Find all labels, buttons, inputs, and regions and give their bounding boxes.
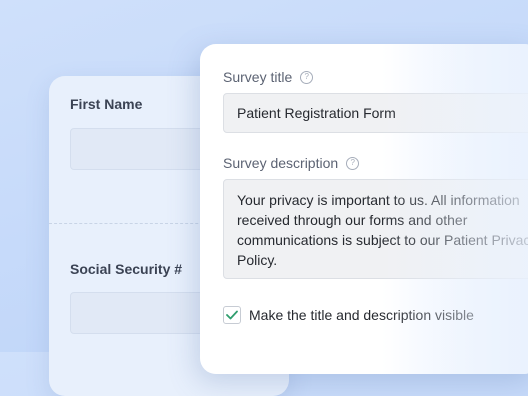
survey-title-input[interactable]: Patient Registration Form [223,93,528,133]
first-name-label: First Name [70,96,143,112]
visibility-checkbox-label: Make the title and description visible [249,307,474,323]
help-icon[interactable]: ? [300,70,314,84]
survey-title-label: Survey title ? [223,69,314,85]
visibility-toggle-row[interactable]: Make the title and description visible [223,306,474,324]
checkmark-icon [226,310,238,320]
survey-title-value: Patient Registration Form [237,105,396,121]
ssn-label: Social Security # [70,261,183,277]
survey-title-label-text: Survey title [223,69,293,85]
help-icon[interactable]: ? [346,156,360,170]
survey-description-label-text: Survey description [223,155,339,171]
survey-description-textarea[interactable]: Your privacy is important to us. All inf… [223,179,528,279]
survey-settings-panel: Survey title ? Patient Registration Form… [200,44,528,374]
visibility-checkbox[interactable] [223,306,241,324]
survey-description-label: Survey description ? [223,155,360,171]
